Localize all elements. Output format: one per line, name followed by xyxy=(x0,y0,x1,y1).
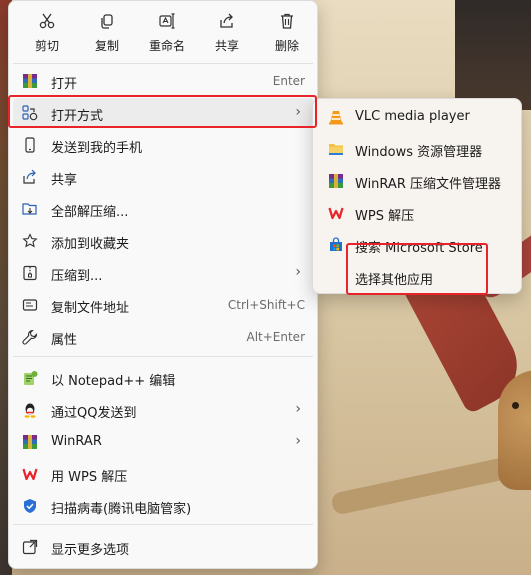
annotation-box-choose-other-app xyxy=(346,243,488,295)
menu-item-share-label: 共享 xyxy=(51,173,78,188)
context-menu: 剪切 复制 重命名 共享 删除 打开 Enter 打开方式 › 发送到我的手机 … xyxy=(8,0,318,569)
wallpaper-bear-eye xyxy=(512,402,519,409)
annotation-box-open-with xyxy=(8,95,317,128)
chevron-right-icon: › xyxy=(295,433,301,449)
delete-label: 删除 xyxy=(274,39,299,53)
vlc-icon xyxy=(327,108,345,126)
menu-item-send-to-phone[interactable]: 发送到我的手机 xyxy=(13,130,313,160)
store-icon xyxy=(327,236,345,254)
chevron-right-icon: › xyxy=(295,264,301,280)
delete-icon xyxy=(277,11,297,31)
submenu-item-explorer[interactable]: Windows 资源管理器 xyxy=(317,133,517,163)
submenu-item-vlc[interactable]: VLC media player xyxy=(317,101,517,131)
star-icon xyxy=(21,232,39,250)
winrar-icon xyxy=(21,72,39,90)
wps-icon xyxy=(21,465,39,483)
copy-label: 复制 xyxy=(94,39,119,53)
submenu-item-vlc-label: VLC media player xyxy=(355,109,470,124)
delete-button[interactable]: 删除 xyxy=(257,1,317,61)
menu-item-send-via-qq[interactable]: 通过QQ发送到 › xyxy=(13,395,313,425)
menu-item-notepad-edit[interactable]: 以 Notepad++ 编辑 xyxy=(13,363,313,393)
menu-item-winrar[interactable]: WinRAR › xyxy=(13,427,313,457)
menu-divider xyxy=(13,63,313,64)
share-button[interactable]: 共享 xyxy=(197,1,257,61)
wps-icon xyxy=(327,204,345,222)
menu-divider xyxy=(13,524,313,525)
menu-item-properties-label: 属性 xyxy=(51,333,78,348)
copy-button[interactable]: 复制 xyxy=(77,1,137,61)
wrench-icon xyxy=(21,328,39,346)
qq-icon xyxy=(21,401,39,419)
quick-action-bar: 剪切 复制 重命名 共享 删除 xyxy=(9,1,325,61)
copy-path-icon xyxy=(21,296,39,314)
zip-icon xyxy=(21,264,39,282)
menu-item-compress-to-label: 压缩到... xyxy=(51,269,103,284)
phone-icon xyxy=(21,136,39,154)
share-icon xyxy=(217,11,237,31)
rename-label: 重命名 xyxy=(148,39,185,53)
menu-item-notepad-edit-label: 以 Notepad++ 编辑 xyxy=(51,374,176,389)
menu-item-add-to-favorites[interactable]: 添加到收藏夹 xyxy=(13,226,313,256)
submenu-item-winrar[interactable]: WinRAR 压缩文件管理器 xyxy=(317,165,517,195)
menu-item-scan-virus[interactable]: 扫描病毒(腾讯电脑管家) xyxy=(13,491,313,521)
copy-icon xyxy=(97,11,117,31)
menu-divider xyxy=(13,356,313,357)
submenu-item-explorer-label: Windows 资源管理器 xyxy=(355,145,483,160)
cut-icon xyxy=(37,11,57,31)
menu-item-winrar-label: WinRAR xyxy=(51,434,102,449)
menu-item-send-via-qq-label: 通过QQ发送到 xyxy=(51,406,137,421)
menu-item-properties[interactable]: 属性 Alt+Enter xyxy=(13,322,313,352)
shortcut-ctrl-shift-c: Ctrl+Shift+C xyxy=(227,298,305,312)
menu-item-copy-path-label: 复制文件地址 xyxy=(51,301,130,316)
submenu-item-wps-label: WPS 解压 xyxy=(355,209,415,224)
notepad-plus-plus-icon xyxy=(21,369,39,387)
shortcut-enter: Enter xyxy=(272,74,305,88)
submenu-item-winrar-label: WinRAR 压缩文件管理器 xyxy=(355,177,501,192)
rename-button[interactable]: 重命名 xyxy=(137,1,197,61)
menu-item-compress-to[interactable]: 压缩到... › xyxy=(13,258,313,288)
menu-item-open-label: 打开 xyxy=(51,77,78,92)
menu-item-open[interactable]: 打开 Enter xyxy=(13,66,313,96)
share-icon xyxy=(21,168,39,186)
menu-item-scan-virus-label: 扫描病毒(腾讯电脑管家) xyxy=(51,502,192,517)
shield-icon xyxy=(21,497,39,515)
menu-item-extract-all-label: 全部解压缩... xyxy=(51,205,129,220)
menu-item-wps-extract[interactable]: 用 WPS 解压 xyxy=(13,459,313,489)
extract-icon xyxy=(21,200,39,218)
menu-item-share[interactable]: 共享 xyxy=(13,162,313,192)
submenu-item-wps[interactable]: WPS 解压 xyxy=(317,197,517,227)
menu-item-copy-path[interactable]: 复制文件地址 Ctrl+Shift+C xyxy=(13,290,313,320)
shortcut-alt-enter: Alt+Enter xyxy=(246,330,305,344)
menu-item-show-more-options[interactable]: 显示更多选项 xyxy=(13,532,313,562)
cut-button[interactable]: 剪切 xyxy=(17,1,77,61)
wallpaper-dark-area xyxy=(455,0,531,110)
chevron-right-icon: › xyxy=(295,401,301,417)
menu-item-show-more-options-label: 显示更多选项 xyxy=(51,543,130,558)
menu-item-wps-extract-label: 用 WPS 解压 xyxy=(51,470,128,485)
folder-icon xyxy=(327,140,345,158)
menu-item-add-to-favorites-label: 添加到收藏夹 xyxy=(51,237,130,252)
winrar-icon xyxy=(327,172,345,190)
cut-label: 剪切 xyxy=(34,39,59,53)
external-link-icon xyxy=(21,538,39,556)
winrar-icon xyxy=(21,433,39,451)
menu-item-extract-all[interactable]: 全部解压缩... xyxy=(13,194,313,224)
rename-icon xyxy=(157,11,177,31)
menu-item-send-to-phone-label: 发送到我的手机 xyxy=(51,141,143,156)
share-label: 共享 xyxy=(214,39,239,53)
